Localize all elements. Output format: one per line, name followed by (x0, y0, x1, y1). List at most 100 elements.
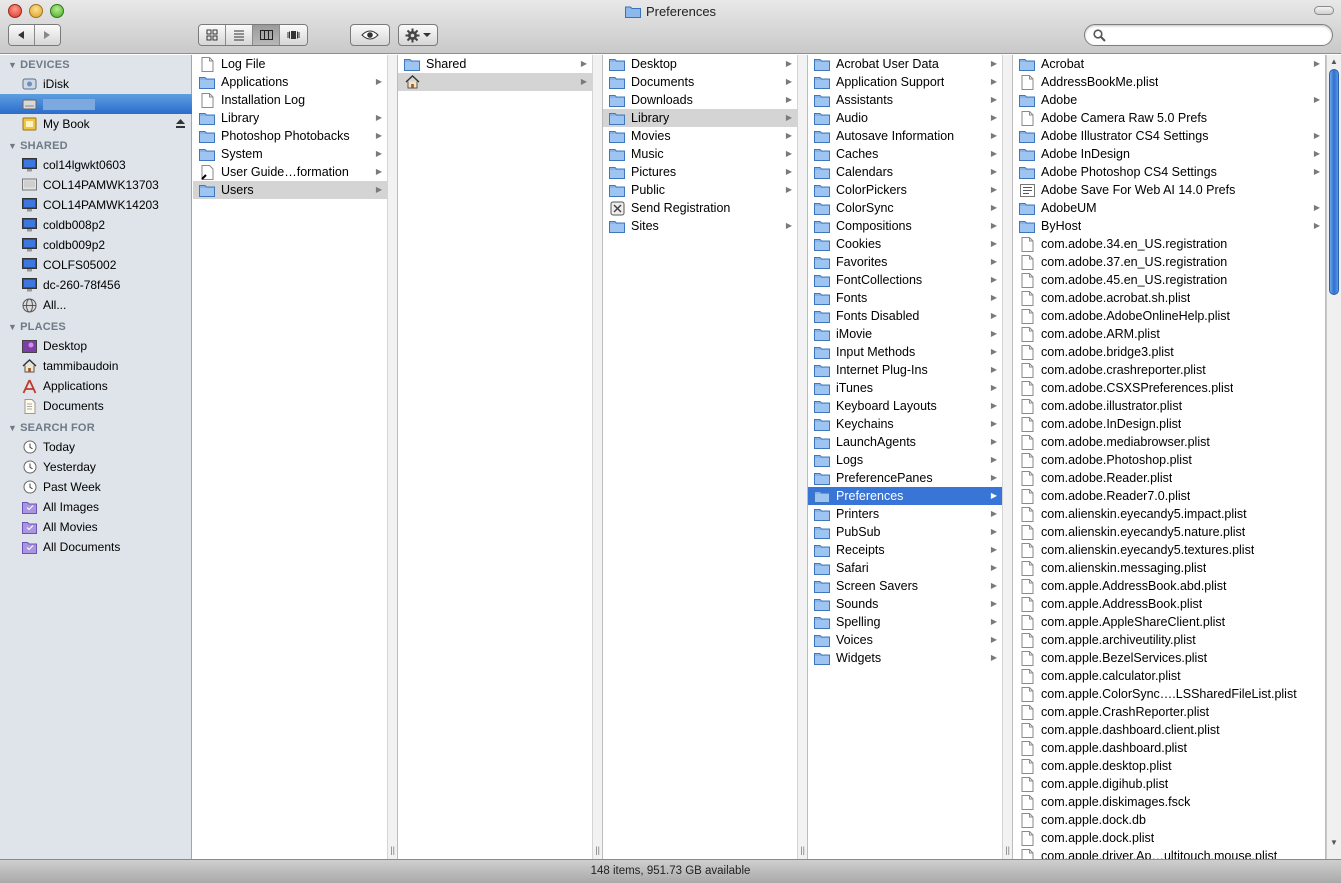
column-row[interactable]: Preferences ▶ (808, 487, 1003, 505)
column-row[interactable]: com.adobe.CSXSPreferences.plist (1013, 379, 1325, 397)
column-row[interactable]: Send Registration (603, 199, 798, 217)
column-row[interactable]: com.adobe.AdobeOnlineHelp.plist (1013, 307, 1325, 325)
column-row[interactable]: iMovie ▶ (808, 325, 1003, 343)
sidebar-item-device-0[interactable]: iDisk (0, 74, 192, 94)
column-row[interactable]: com.adobe.34.en_US.registration (1013, 235, 1325, 253)
sidebar-item-place-3[interactable]: Documents (0, 396, 192, 416)
eject-icon[interactable] (175, 118, 186, 132)
column-row[interactable]: Application Support ▶ (808, 73, 1003, 91)
column-row[interactable]: Acrobat User Data ▶ (808, 55, 1003, 73)
icon-view-button[interactable] (199, 25, 226, 45)
column-row[interactable]: FontCollections ▶ (808, 271, 1003, 289)
browser-column-4[interactable]: Acrobat User Data ▶ Application Support ▶ As… (808, 55, 1013, 859)
column-row[interactable]: com.adobe.InDesign.plist (1013, 415, 1325, 433)
sidebar-item-search-5[interactable]: All Documents (0, 537, 192, 557)
column-resize-grip-icon[interactable]: || (390, 845, 395, 855)
column-row[interactable]: com.alienskin.eyecandy5.textures.plist (1013, 541, 1325, 559)
column-row[interactable]: PreferencePanes ▶ (808, 469, 1003, 487)
column-row[interactable]: com.apple.diskimages.fsck (1013, 793, 1325, 811)
sidebar-item-search-4[interactable]: All Movies (0, 517, 192, 537)
column-row[interactable]: com.apple.archiveutility.plist (1013, 631, 1325, 649)
column-row[interactable]: com.apple.calculator.plist (1013, 667, 1325, 685)
column-row[interactable]: Pictures ▶ (603, 163, 798, 181)
column-row[interactable]: Public ▶ (603, 181, 798, 199)
column-row[interactable]: ▶ (398, 73, 593, 91)
scrollbar-thumb[interactable] (1329, 69, 1339, 295)
cover-flow-view-button[interactable] (280, 25, 307, 45)
column-row[interactable]: Printers ▶ (808, 505, 1003, 523)
column-row[interactable]: com.apple.desktop.plist (1013, 757, 1325, 775)
column-row[interactable]: Documents ▶ (603, 73, 798, 91)
column-row[interactable]: com.apple.dock.plist (1013, 829, 1325, 847)
column-row[interactable]: Compositions ▶ (808, 217, 1003, 235)
sidebar-item-shared-6[interactable]: dc-260-78f456 (0, 275, 192, 295)
column-row[interactable]: com.apple.digihub.plist (1013, 775, 1325, 793)
column-row[interactable]: Movies ▶ (603, 127, 798, 145)
forward-button[interactable] (34, 25, 60, 45)
column-row[interactable]: Favorites ▶ (808, 253, 1003, 271)
column-row[interactable]: Library ▶ (193, 109, 388, 127)
sidebar-item-place-0[interactable]: Desktop (0, 336, 192, 356)
sidebar-item-shared-0[interactable]: col14lgwkt0603 (0, 155, 192, 175)
search-field[interactable] (1084, 24, 1333, 46)
vertical-scrollbar[interactable]: ▲ ▼ (1326, 55, 1341, 859)
sidebar-header-devices[interactable]: ▼ DEVICES (8, 59, 70, 75)
column-row[interactable]: Keyboard Layouts ▶ (808, 397, 1003, 415)
column-row[interactable]: iTunes ▶ (808, 379, 1003, 397)
column-row[interactable]: Shared ▶ (398, 55, 593, 73)
column-row[interactable]: Desktop ▶ (603, 55, 798, 73)
column-row[interactable]: com.alienskin.eyecandy5.nature.plist (1013, 523, 1325, 541)
sidebar-item-device-1[interactable] (0, 94, 192, 114)
column-row[interactable]: com.apple.AddressBook.abd.plist (1013, 577, 1325, 595)
scroll-down-arrow-icon[interactable]: ▼ (1330, 838, 1338, 847)
column-divider[interactable]: || (387, 55, 397, 859)
column-row[interactable]: com.apple.AppleShareClient.plist (1013, 613, 1325, 631)
column-row[interactable]: com.apple.dock.db (1013, 811, 1325, 829)
sidebar-item-shared-3[interactable]: coldb008p2 (0, 215, 192, 235)
sidebar-item-place-1[interactable]: tammibaudoin (0, 356, 192, 376)
column-row[interactable]: com.apple.ColorSync….LSSharedFileList.pl… (1013, 685, 1325, 703)
disclosure-triangle-icon[interactable]: ▼ (8, 60, 17, 70)
column-row[interactable]: LaunchAgents ▶ (808, 433, 1003, 451)
column-resize-grip-icon[interactable]: || (595, 845, 600, 855)
column-row[interactable]: com.adobe.37.en_US.registration (1013, 253, 1325, 271)
column-row[interactable]: Library ▶ (603, 109, 798, 127)
action-menu-button[interactable] (398, 24, 438, 46)
browser-column-1[interactable]: Log File Applications ▶ Installation Log Lib… (193, 55, 398, 859)
sidebar-item-device-2[interactable]: My Book (0, 114, 192, 134)
column-row[interactable]: ColorPickers ▶ (808, 181, 1003, 199)
column-row[interactable]: Sounds ▶ (808, 595, 1003, 613)
column-resize-grip-icon[interactable]: || (1005, 845, 1010, 855)
sidebar-item-shared-5[interactable]: COLFS05002 (0, 255, 192, 275)
column-row[interactable]: ColorSync ▶ (808, 199, 1003, 217)
column-row[interactable]: com.adobe.bridge3.plist (1013, 343, 1325, 361)
column-row[interactable]: Assistants ▶ (808, 91, 1003, 109)
column-row[interactable]: Adobe Photoshop CS4 Settings ▶ (1013, 163, 1325, 181)
column-row[interactable]: AddressBookMe.plist (1013, 73, 1325, 91)
column-row[interactable]: Log File (193, 55, 388, 73)
column-row[interactable]: Internet Plug-Ins ▶ (808, 361, 1003, 379)
sidebar-item-shared-4[interactable]: coldb009p2 (0, 235, 192, 255)
sidebar-item-search-3[interactable]: All Images (0, 497, 192, 517)
column-row[interactable]: com.adobe.mediabrowser.plist (1013, 433, 1325, 451)
toolbar-toggle-button[interactable] (1314, 6, 1334, 15)
column-row[interactable]: System ▶ (193, 145, 388, 163)
column-row[interactable]: Safari ▶ (808, 559, 1003, 577)
column-row[interactable]: com.adobe.Photoshop.plist (1013, 451, 1325, 469)
column-row[interactable]: com.adobe.acrobat.sh.plist (1013, 289, 1325, 307)
browser-column-2[interactable]: Shared ▶ ▶ || (398, 55, 603, 859)
column-row[interactable]: Adobe Save For Web AI 14.0 Prefs (1013, 181, 1325, 199)
column-row[interactable]: com.adobe.ARM.plist (1013, 325, 1325, 343)
column-row[interactable]: com.adobe.45.en_US.registration (1013, 271, 1325, 289)
column-row[interactable]: Caches ▶ (808, 145, 1003, 163)
column-row[interactable]: com.adobe.Reader7.0.plist (1013, 487, 1325, 505)
column-row[interactable]: Adobe InDesign ▶ (1013, 145, 1325, 163)
sidebar-item-search-2[interactable]: Past Week (0, 477, 192, 497)
column-row[interactable]: Autosave Information ▶ (808, 127, 1003, 145)
browser-column-5[interactable]: Acrobat ▶ AddressBookMe.plist Adobe ▶ Adobe C… (1013, 55, 1326, 859)
column-row[interactable]: Voices ▶ (808, 631, 1003, 649)
disclosure-triangle-icon[interactable]: ▼ (8, 423, 17, 433)
column-row[interactable]: User Guide…formation ▶ (193, 163, 388, 181)
column-row[interactable]: Fonts ▶ (808, 289, 1003, 307)
column-row[interactable]: com.apple.dashboard.client.plist (1013, 721, 1325, 739)
